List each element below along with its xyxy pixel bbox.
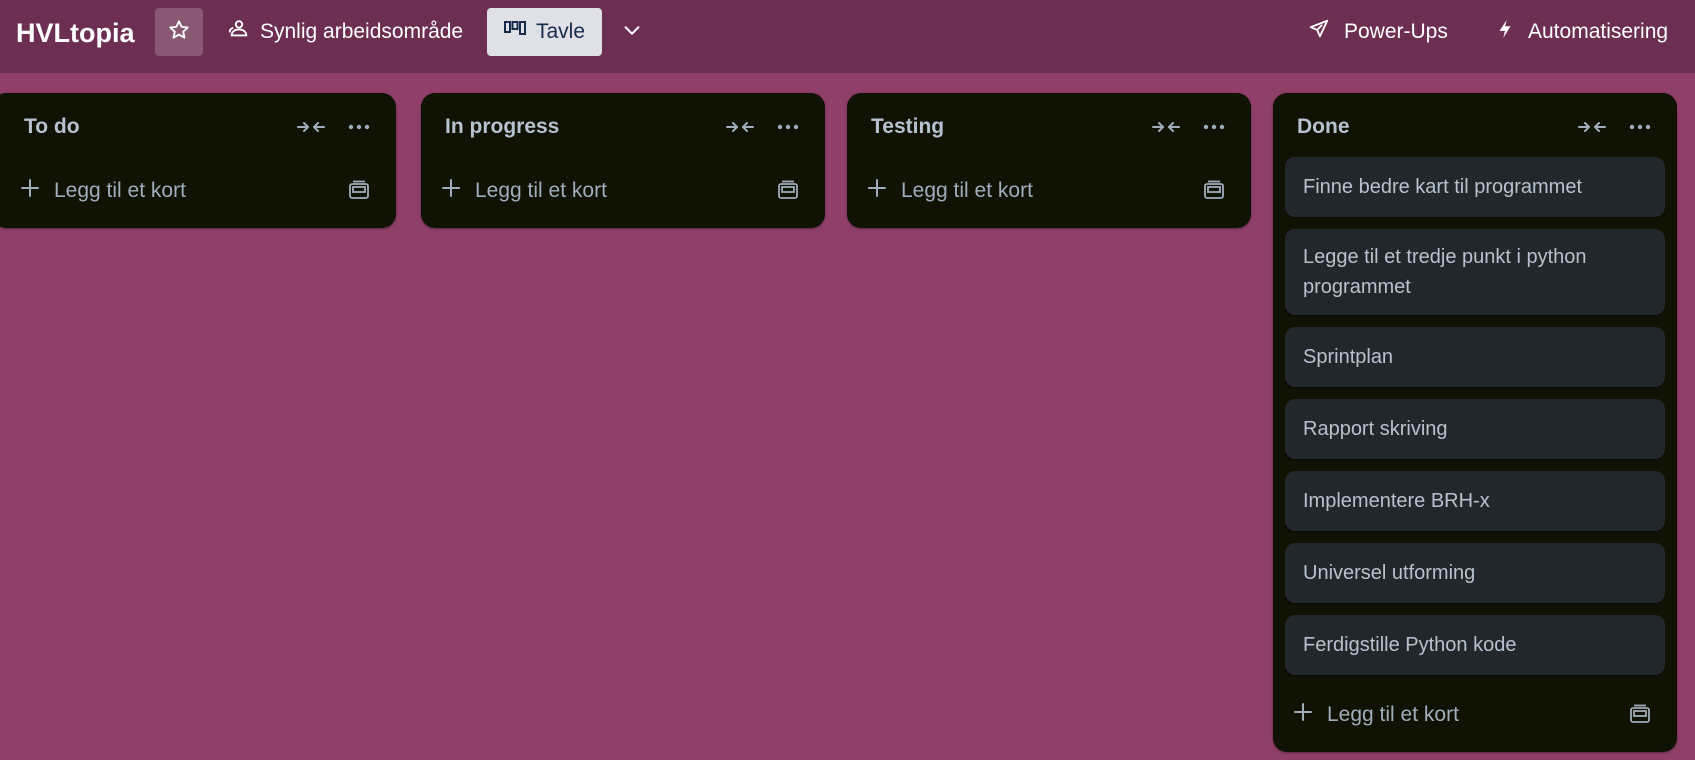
add-card-label: Legg til et kort — [1327, 703, 1459, 726]
card[interactable]: Legge til et tredje punkt i python progr… — [1285, 229, 1665, 315]
list-header: To do — [0, 93, 396, 163]
add-card-row: Legg til et kort — [1273, 687, 1677, 742]
card[interactable]: Sprintplan — [1285, 327, 1665, 387]
list-title[interactable]: To do — [24, 115, 80, 139]
star-button[interactable] — [155, 8, 203, 56]
plus-icon — [20, 178, 40, 204]
card[interactable]: Universel utforming — [1285, 543, 1665, 603]
list-title[interactable]: Done — [1297, 115, 1350, 139]
automation-label: Automatisering — [1528, 20, 1669, 43]
add-card-row: Legg til et kort — [421, 163, 825, 218]
users-icon — [228, 18, 250, 46]
collapse-arrows-icon[interactable] — [1151, 113, 1181, 141]
add-card-label: Legg til et kort — [475, 179, 607, 202]
card[interactable]: Finne bedre kart til programmet — [1285, 157, 1665, 217]
list-title[interactable]: In progress — [445, 115, 559, 139]
plus-icon — [867, 178, 887, 204]
automation-button[interactable]: Automatisering — [1488, 8, 1676, 56]
list-header: Testing — [847, 93, 1251, 163]
add-card-label: Legg til et kort — [901, 179, 1033, 202]
more-icon[interactable] — [344, 113, 374, 141]
add-card-label: Legg til et kort — [54, 179, 186, 202]
card-list: Finne bedre kart til programmet Legge ti… — [1273, 157, 1677, 675]
add-card-button[interactable]: Legg til et kort — [441, 171, 607, 211]
rocket-icon — [1308, 18, 1330, 46]
star-icon — [168, 19, 190, 46]
chevron-down-icon — [621, 19, 643, 46]
add-card-button[interactable]: Legg til et kort — [1293, 695, 1459, 735]
board-title[interactable]: HVLtopia — [16, 14, 135, 52]
plus-icon — [441, 178, 461, 204]
list-to-do: To do Legg til et kort — [0, 93, 396, 228]
collapse-arrows-icon[interactable] — [296, 113, 326, 141]
template-icon[interactable] — [1627, 701, 1653, 727]
collapse-arrows-icon[interactable] — [725, 113, 755, 141]
add-card-row: Legg til et kort — [0, 163, 396, 218]
template-icon[interactable] — [346, 177, 372, 203]
list-in-progress: In progress Legg til et kort — [421, 93, 825, 228]
list-header: In progress — [421, 93, 825, 163]
more-icon[interactable] — [1199, 113, 1229, 141]
lightning-icon — [1496, 18, 1514, 46]
powerups-button[interactable]: Power-Ups — [1300, 8, 1456, 56]
list-header: Done — [1273, 93, 1677, 163]
plus-icon — [1293, 702, 1313, 728]
list-testing: Testing Legg til et kort — [847, 93, 1251, 228]
board-header: HVLtopia Synlig arbeidsområde Tavle Powe… — [0, 0, 1695, 73]
list-done: Done Finne bedre kart til programmet Leg… — [1273, 93, 1677, 752]
card[interactable]: Rapport skriving — [1285, 399, 1665, 459]
visibility-label: Synlig arbeidsområde — [260, 20, 464, 43]
add-card-button[interactable]: Legg til et kort — [867, 171, 1033, 211]
visibility-button[interactable]: Synlig arbeidsområde — [220, 8, 471, 56]
more-icon[interactable] — [773, 113, 803, 141]
views-dropdown[interactable] — [616, 8, 648, 56]
card[interactable]: Ferdigstille Python kode — [1285, 615, 1665, 675]
view-label: Tavle — [535, 20, 586, 43]
add-card-button[interactable]: Legg til et kort — [20, 171, 186, 211]
board-view-button[interactable]: Tavle — [487, 8, 602, 56]
list-title[interactable]: Testing — [871, 115, 944, 139]
template-icon[interactable] — [1201, 177, 1227, 203]
powerups-label: Power-Ups — [1344, 20, 1448, 43]
board-icon — [503, 20, 526, 44]
template-icon[interactable] — [775, 177, 801, 203]
card[interactable]: Implementere BRH-x — [1285, 471, 1665, 531]
collapse-arrows-icon[interactable] — [1577, 113, 1607, 141]
add-card-row: Legg til et kort — [847, 163, 1251, 218]
more-icon[interactable] — [1625, 113, 1655, 141]
